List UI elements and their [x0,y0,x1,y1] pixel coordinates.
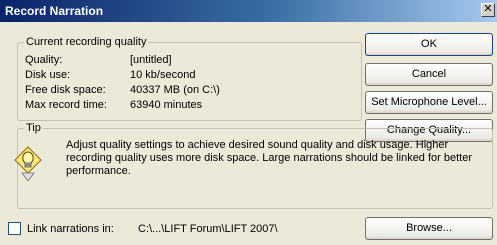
free-disk-space-label: Free disk space: [25,84,106,96]
quality-value: [untitled] [130,54,172,66]
max-record-time-label: Max record time: [25,99,107,111]
link-narrations-checkbox[interactable] [8,222,21,235]
max-record-time-value: 63940 minutes [130,99,203,111]
link-narrations-path: C:\...\LIFT Forum\LIFT 2007\ [138,223,278,235]
close-icon: ✕ [483,3,493,15]
record-narration-dialog: Record Narration ✕ Current recording qua… [0,0,497,245]
quality-label: Quality: [25,54,63,66]
disk-use-value: 10 kb/second [130,69,196,81]
window-title: Record Narration [5,4,104,18]
quality-group-legend: Current recording quality [24,36,149,48]
close-button[interactable]: ✕ [481,3,495,17]
cancel-button[interactable]: Cancel [365,63,493,86]
free-disk-space-value: 40337 MB (on C:\) [130,84,220,96]
disk-use-label: Disk use: [25,69,71,81]
tip-text: Adjust quality settings to achieve desir… [66,139,473,177]
ok-button[interactable]: OK [365,33,493,56]
title-bar[interactable]: Record Narration ✕ [0,0,497,22]
set-microphone-level-button[interactable]: Set Microphone Level... [365,91,493,114]
lightbulb-icon [14,146,42,182]
link-narrations-label[interactable]: Link narrations in: [27,223,114,235]
tip-group-legend: Tip [24,122,43,134]
browse-button[interactable]: Browse... [365,217,493,240]
